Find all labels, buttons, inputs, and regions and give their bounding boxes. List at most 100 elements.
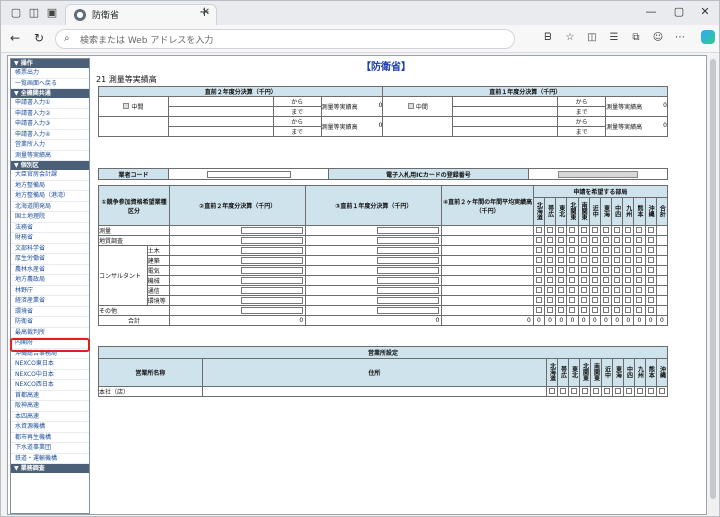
sidebar-item[interactable]: 営業所入力 bbox=[11, 140, 89, 151]
amount-2year-input[interactable] bbox=[241, 237, 304, 244]
back-icon[interactable]: ← bbox=[7, 31, 23, 45]
sidebar-item[interactable]: 地方整備局 bbox=[11, 181, 89, 191]
area-checkbox[interactable] bbox=[549, 387, 556, 394]
bukyoku-checkbox[interactable] bbox=[602, 226, 609, 233]
amount-2year-input[interactable] bbox=[241, 267, 304, 274]
copilot-icon[interactable] bbox=[701, 30, 715, 44]
area-checkbox[interactable] bbox=[625, 387, 632, 394]
scroll-thumb[interactable] bbox=[710, 59, 716, 499]
bukyoku-checkbox[interactable] bbox=[547, 306, 554, 313]
bukyoku-checkbox[interactable] bbox=[636, 246, 643, 253]
sidebar-item[interactable]: 申請書入力② bbox=[11, 109, 89, 119]
to-field[interactable] bbox=[167, 106, 274, 117]
bukyoku-checkbox[interactable] bbox=[591, 306, 598, 313]
amount-1year-input[interactable] bbox=[377, 237, 440, 244]
sidebar-item[interactable]: 申請書入力① bbox=[11, 98, 89, 109]
bukyoku-checkbox[interactable] bbox=[535, 306, 542, 313]
bukyoku-checkbox[interactable] bbox=[614, 276, 621, 283]
sidebar-item[interactable]: 防衛省 bbox=[11, 317, 89, 328]
sidebar-item[interactable]: 北海道開発局 bbox=[11, 202, 89, 212]
bukyoku-checkbox[interactable] bbox=[614, 256, 621, 263]
amount-1year-input[interactable] bbox=[377, 247, 440, 254]
sidebar-item[interactable]: NEXCO西日本 bbox=[11, 380, 89, 391]
bukyoku-checkbox[interactable] bbox=[636, 296, 643, 303]
amount-2year-input[interactable] bbox=[241, 307, 304, 314]
bukyoku-checkbox[interactable] bbox=[591, 286, 598, 293]
area-checkbox[interactable] bbox=[571, 387, 578, 394]
bukyoku-checkbox[interactable] bbox=[580, 236, 587, 243]
bukyoku-checkbox[interactable] bbox=[602, 246, 609, 253]
sidebar-item[interactable]: 国土地理院 bbox=[11, 212, 89, 223]
bukyoku-checkbox[interactable] bbox=[535, 226, 542, 233]
amount-2year-input[interactable] bbox=[241, 227, 304, 234]
amount-1year-input[interactable] bbox=[377, 267, 440, 274]
bukyoku-checkbox[interactable] bbox=[569, 296, 576, 303]
sidebar-item[interactable]: 最高裁判所 bbox=[11, 328, 89, 338]
area-checkbox[interactable] bbox=[636, 387, 643, 394]
area-checkbox[interactable] bbox=[614, 387, 621, 394]
bukyoku-checkbox[interactable] bbox=[569, 246, 576, 253]
amount-1year-input[interactable] bbox=[377, 257, 440, 264]
bukyoku-checkbox[interactable] bbox=[580, 286, 587, 293]
bukyoku-checkbox[interactable] bbox=[558, 286, 565, 293]
sidebar-item[interactable]: 財務省 bbox=[11, 233, 89, 244]
sidebar-item[interactable]: 鉄道・運輸機構 bbox=[11, 454, 89, 464]
bukyoku-checkbox[interactable] bbox=[558, 246, 565, 253]
amount-1year-input[interactable] bbox=[377, 287, 440, 294]
sidebar-item[interactable]: 下水道事業団 bbox=[11, 443, 89, 454]
bukyoku-checkbox[interactable] bbox=[602, 276, 609, 283]
bukyoku-checkbox[interactable] bbox=[547, 286, 554, 293]
sidebar-item[interactable]: NEXCO中日本 bbox=[11, 370, 89, 380]
bukyoku-checkbox[interactable] bbox=[625, 226, 632, 233]
bukyoku-checkbox[interactable] bbox=[625, 296, 632, 303]
bukyoku-checkbox[interactable] bbox=[602, 296, 609, 303]
bukyoku-checkbox[interactable] bbox=[535, 286, 542, 293]
bukyoku-checkbox[interactable] bbox=[636, 226, 643, 233]
sidebar-item[interactable]: 地方農政局 bbox=[11, 275, 89, 286]
collections-icon[interactable]: ⧉ bbox=[629, 32, 643, 43]
bukyoku-checkbox[interactable] bbox=[569, 236, 576, 243]
bukyoku-checkbox[interactable] bbox=[602, 236, 609, 243]
bukyoku-checkbox[interactable] bbox=[602, 286, 609, 293]
bukyoku-checkbox[interactable] bbox=[569, 226, 576, 233]
bukyoku-checkbox[interactable] bbox=[569, 256, 576, 263]
bukyoku-checkbox[interactable] bbox=[547, 276, 554, 283]
sidebar-item[interactable]: 測量等実績高 bbox=[11, 151, 89, 161]
amount-1year-input[interactable] bbox=[377, 307, 440, 314]
bukyoku-checkbox[interactable] bbox=[591, 296, 598, 303]
bukyoku-checkbox[interactable] bbox=[647, 266, 654, 273]
sidebar-item[interactable]: 環境省 bbox=[11, 307, 89, 317]
sidebar-item[interactable]: 厚生労働省 bbox=[11, 254, 89, 265]
bukyoku-checkbox[interactable] bbox=[647, 306, 654, 313]
from-field[interactable] bbox=[167, 96, 274, 107]
bukyoku-checkbox[interactable] bbox=[591, 226, 598, 233]
sidebar-item[interactable]: 申請書入力④ bbox=[11, 130, 89, 140]
bukyoku-checkbox[interactable] bbox=[547, 266, 554, 273]
eigyosho-address-cell[interactable] bbox=[201, 386, 548, 397]
bukyoku-checkbox[interactable] bbox=[636, 256, 643, 263]
sidebar-item[interactable]: NEXCO東日本 bbox=[11, 359, 89, 370]
area-checkbox[interactable] bbox=[592, 387, 599, 394]
bukyoku-checkbox[interactable] bbox=[558, 236, 565, 243]
bukyoku-checkbox[interactable] bbox=[647, 256, 654, 263]
to-field[interactable] bbox=[452, 106, 559, 117]
bukyoku-checkbox[interactable] bbox=[647, 296, 654, 303]
bukyoku-checkbox[interactable] bbox=[647, 246, 654, 253]
maximize-icon[interactable]: ▢ bbox=[669, 5, 689, 18]
app-icon[interactable]: ▢ bbox=[9, 6, 23, 20]
bukyoku-checkbox[interactable] bbox=[580, 246, 587, 253]
bukyoku-checkbox[interactable] bbox=[647, 286, 654, 293]
bukyoku-checkbox[interactable] bbox=[547, 246, 554, 253]
amount-2year-input[interactable] bbox=[241, 257, 304, 264]
bukyoku-checkbox[interactable] bbox=[591, 256, 598, 263]
bukyoku-checkbox[interactable] bbox=[614, 226, 621, 233]
bukyoku-checkbox[interactable] bbox=[535, 256, 542, 263]
bukyoku-checkbox[interactable] bbox=[647, 236, 654, 243]
sidebar-item[interactable]: 首都高速 bbox=[11, 391, 89, 401]
area-checkbox[interactable] bbox=[603, 387, 610, 394]
from-field[interactable] bbox=[167, 116, 274, 127]
bukyoku-checkbox[interactable] bbox=[535, 266, 542, 273]
bukyoku-checkbox[interactable] bbox=[614, 266, 621, 273]
sidebar-item[interactable]: 林野庁 bbox=[11, 286, 89, 296]
bukyoku-checkbox[interactable] bbox=[580, 296, 587, 303]
